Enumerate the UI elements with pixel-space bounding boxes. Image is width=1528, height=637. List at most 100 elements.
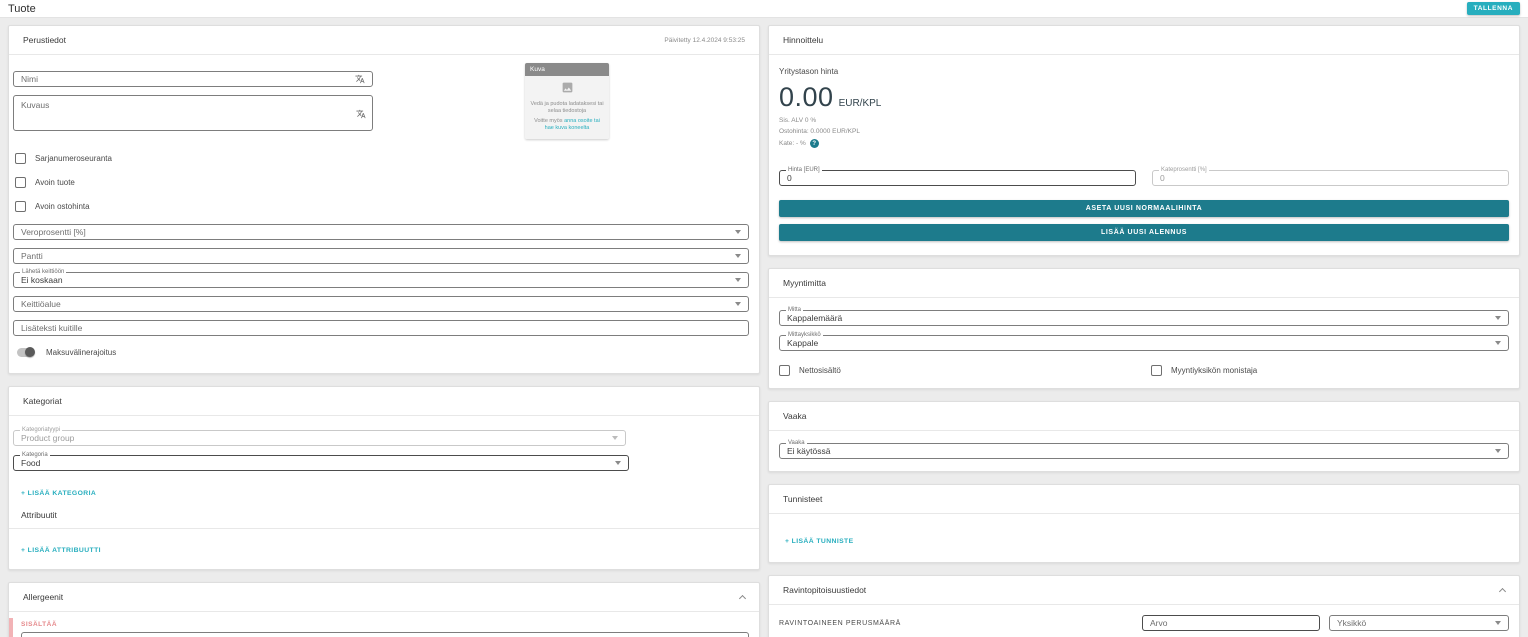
checkbox-icon bbox=[15, 177, 26, 188]
kitchen-area-label: Keittiöalue bbox=[21, 299, 61, 309]
checkbox-icon bbox=[15, 153, 26, 164]
updated-timestamp: Päivitetty 12.4.2024 9:53:25 bbox=[664, 37, 745, 44]
add-attribute-link[interactable]: + LISÄÄ ATTRIBUUTTI bbox=[21, 547, 101, 554]
page-title: Tuote bbox=[8, 3, 36, 15]
purchase-price-text: Ostohinta: 0.0000 EUR/KPL bbox=[779, 128, 1509, 135]
category-label: Kategoria bbox=[20, 452, 50, 458]
name-input[interactable]: Nimi bbox=[13, 71, 373, 87]
chevron-up-icon[interactable] bbox=[739, 594, 746, 601]
price-inputs-row: Hinta [EUR] 0 Kateprosentti [%] 0 bbox=[779, 170, 1509, 186]
checkbox-label: Sarjanumeroseuranta bbox=[35, 154, 112, 163]
tags-card: Tunnisteet + LISÄÄ TUNNISTE bbox=[768, 484, 1520, 563]
chevron-down-icon bbox=[1495, 316, 1501, 320]
sales-measure-checkboxes: Nettosisältö Myyntiyksikön monistaja bbox=[779, 365, 1509, 376]
categories-card: Kategoriat Kategoriatyypi Product group … bbox=[8, 386, 760, 570]
checkbox-icon bbox=[1151, 365, 1162, 376]
translate-icon[interactable] bbox=[355, 74, 365, 84]
price-input[interactable]: Hinta [EUR] 0 bbox=[779, 170, 1136, 186]
right-column: Hinnoittelu Yritystason hinta 0.00 EUR/K… bbox=[768, 25, 1520, 637]
nutrition-card: Ravintopitoisuustiedot RAVINTOAINEEN PER… bbox=[768, 575, 1520, 637]
pricing-card: Hinnoittelu Yritystason hinta 0.00 EUR/K… bbox=[768, 25, 1520, 256]
image-dropzone[interactable]: Vedä ja pudota ladataksesi tai selaa tie… bbox=[525, 76, 609, 139]
categories-title: Kategoriat bbox=[23, 396, 62, 406]
measure-select[interactable]: Mitta Kappalemäärä bbox=[779, 310, 1509, 326]
image-upload-box[interactable]: Kuva Vedä ja pudota ladataksesi tai sela… bbox=[525, 63, 609, 139]
scale-select[interactable]: Vaaka Ei käytössä bbox=[779, 443, 1509, 459]
allergens-card: Allergeenit SISÄLTÄÄ Allergeenit SAATTAA… bbox=[8, 582, 760, 637]
chevron-down-icon bbox=[615, 461, 621, 465]
vat-text: Sis. ALV 0 % bbox=[779, 117, 1509, 124]
price-input-label: Hinta [EUR] bbox=[786, 167, 822, 173]
sales-measure-title: Myyntimitta bbox=[783, 278, 826, 288]
left-column: Perustiedot Päivitetty 12.4.2024 9:53:25… bbox=[8, 25, 760, 637]
checkbox-serial-tracking[interactable]: Sarjanumeroseuranta bbox=[15, 153, 749, 164]
price-value: 0.00 bbox=[779, 82, 834, 113]
basic-info-checkboxes: Sarjanumeroseuranta Avoin tuote Avoin os… bbox=[15, 153, 749, 212]
nutrition-base-amount-row: RAVINTOAINEEN PERUSMÄÄRÄ Arvo Yksikkö bbox=[779, 615, 1509, 631]
checkbox-sales-unit-multiplier[interactable]: Myyntiyksikön monistaja bbox=[1151, 365, 1257, 376]
add-tag-link[interactable]: + LISÄÄ TUNNISTE bbox=[785, 538, 854, 545]
allergen-group-label: SISÄLTÄÄ bbox=[21, 621, 749, 628]
add-category-link[interactable]: + LISÄÄ KATEGORIA bbox=[21, 490, 96, 497]
chevron-down-icon bbox=[612, 436, 618, 440]
base-amount-value-input[interactable]: Arvo bbox=[1142, 615, 1320, 631]
payment-restriction-toggle[interactable]: Maksuvälinerajoitus bbox=[17, 348, 749, 357]
checkbox-label: Nettosisältö bbox=[799, 366, 841, 375]
description-input-label: Kuvaus bbox=[21, 100, 49, 110]
base-amount-unit-select[interactable]: Yksikkö bbox=[1329, 615, 1509, 631]
category-select[interactable]: Kategoria Food bbox=[13, 455, 629, 471]
toggle-switch-icon bbox=[17, 348, 34, 357]
add-discount-button[interactable]: LISÄÄ UUSI ALENNUS bbox=[779, 224, 1509, 241]
price-input-value: 0 bbox=[787, 173, 792, 183]
topbar: Tuote TALLENNA bbox=[0, 0, 1528, 18]
image-upload-title: Kuva bbox=[525, 63, 609, 76]
allergen-contains-select[interactable]: Allergeenit bbox=[21, 632, 749, 637]
chevron-up-icon[interactable] bbox=[1499, 587, 1506, 594]
tax-percent-select[interactable]: Veroprosentti [%] bbox=[13, 224, 749, 240]
measure-unit-select[interactable]: Mittayksikkö Kappale bbox=[779, 335, 1509, 351]
basic-info-card: Perustiedot Päivitetty 12.4.2024 9:53:25… bbox=[8, 25, 760, 374]
nutrition-title: Ravintopitoisuustiedot bbox=[783, 585, 866, 595]
set-normal-price-button[interactable]: ASETA UUSI NORMAALIHINTA bbox=[779, 200, 1509, 217]
category-value: Food bbox=[21, 458, 40, 468]
allergen-color-bar bbox=[9, 618, 13, 637]
category-type-value: Product group bbox=[21, 433, 74, 443]
save-button[interactable]: TALLENNA bbox=[1467, 2, 1520, 15]
kitchen-area-select[interactable]: Keittiöalue bbox=[13, 296, 749, 312]
allergens-body: SISÄLTÄÄ Allergeenit SAATTAA SISÄLTÄÄ Al… bbox=[9, 612, 759, 637]
send-to-kitchen-value: Ei koskaan bbox=[21, 275, 63, 285]
categories-header: Kategoriat bbox=[9, 387, 759, 416]
margin-row: Kate: - % ? bbox=[779, 139, 1509, 148]
scale-header: Vaaka bbox=[769, 402, 1519, 431]
image-icon bbox=[559, 81, 576, 94]
allergens-title: Allergeenit bbox=[23, 592, 63, 602]
category-type-select[interactable]: Kategoriatyypi Product group bbox=[13, 430, 626, 446]
receipt-text-label: Lisäteksti kuitille bbox=[21, 323, 82, 333]
categories-body: Kategoriatyypi Product group Kategoria F… bbox=[9, 416, 759, 569]
pricing-body: Yritystason hinta 0.00 EUR/KPL Sis. ALV … bbox=[769, 55, 1519, 255]
help-icon[interactable]: ? bbox=[810, 139, 819, 148]
margin-percent-input[interactable]: Kateprosentti [%] 0 bbox=[1152, 170, 1509, 186]
checkbox-open-purchase-price[interactable]: Avoin ostohinta bbox=[15, 201, 749, 212]
sales-measure-body: Mitta Kappalemäärä Mittayksikkö Kappale … bbox=[769, 298, 1519, 388]
checkbox-net-content[interactable]: Nettosisältö bbox=[779, 365, 1151, 376]
scale-body: Vaaka Ei käytössä bbox=[769, 431, 1519, 471]
pricing-title: Hinnoittelu bbox=[783, 35, 823, 45]
name-input-label: Nimi bbox=[21, 74, 38, 84]
upload-drop-text: Vedä ja pudota ladataksesi tai selaa tie… bbox=[529, 101, 605, 116]
basic-info-body: Nimi Kuvaus Kuva Vedä ja pudota ladataks… bbox=[9, 55, 759, 373]
price-unit: EUR/KPL bbox=[839, 98, 882, 109]
receipt-text-input[interactable]: Lisäteksti kuitille bbox=[13, 320, 749, 336]
main-content: Perustiedot Päivitetty 12.4.2024 9:53:25… bbox=[0, 18, 1528, 637]
allergen-group-contains: SISÄLTÄÄ Allergeenit bbox=[9, 616, 759, 637]
chevron-down-icon bbox=[735, 230, 741, 234]
scale-select-value: Ei käytössä bbox=[787, 446, 830, 456]
chevron-down-icon bbox=[735, 278, 741, 282]
description-input[interactable]: Kuvaus bbox=[13, 95, 373, 131]
deposit-select[interactable]: Pantti bbox=[13, 248, 749, 264]
margin-input-value: 0 bbox=[1160, 173, 1165, 183]
send-to-kitchen-select[interactable]: Lähetä keittiöön Ei koskaan bbox=[13, 272, 749, 288]
translate-icon[interactable] bbox=[356, 109, 366, 119]
measure-value: Kappalemäärä bbox=[787, 313, 842, 323]
checkbox-open-product[interactable]: Avoin tuote bbox=[15, 177, 749, 188]
